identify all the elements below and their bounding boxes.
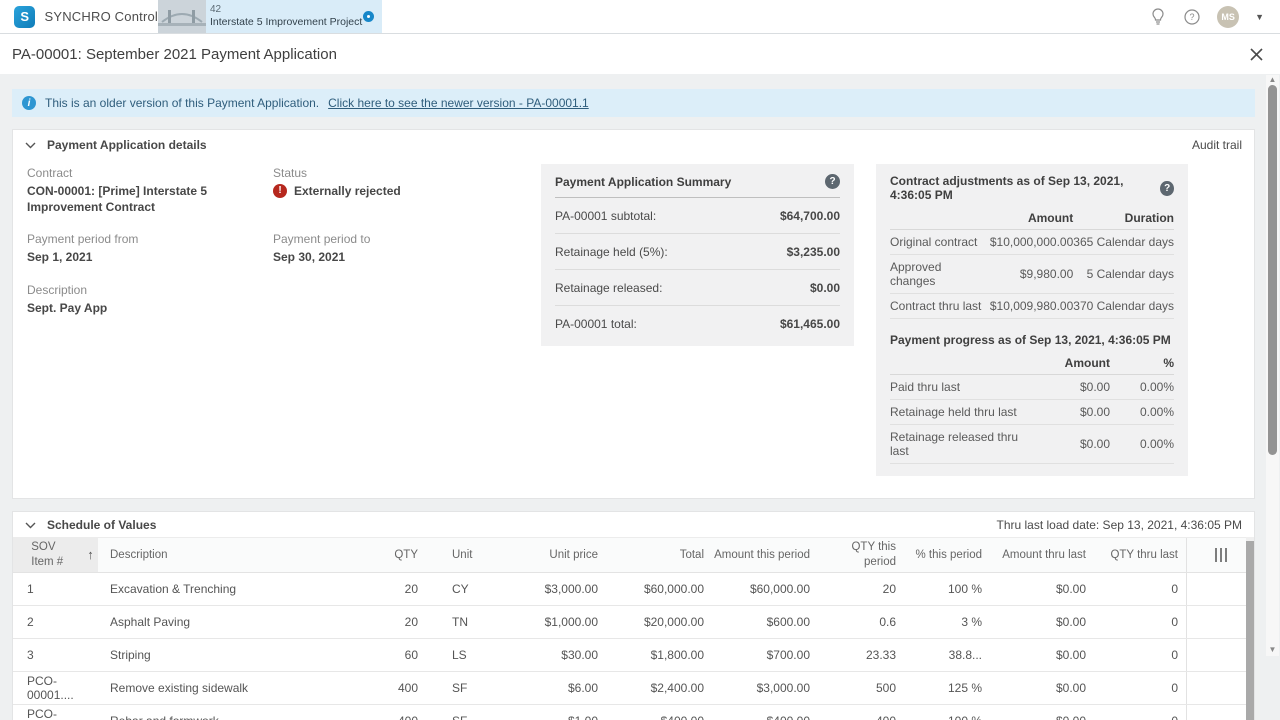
column-header-qty-thru-last[interactable]: QTY thru last xyxy=(1094,538,1186,572)
period-from-field: Payment period from Sep 1, 2021 xyxy=(27,232,273,265)
table-row: Retainage released thru last $0.00 0.00% xyxy=(890,425,1174,464)
contract-adjustments-panel: Contract adjustments as of Sep 13, 2021,… xyxy=(876,164,1188,476)
column-header-pct-this-period[interactable]: % this period xyxy=(904,538,990,572)
collapse-chevron-icon[interactable] xyxy=(25,142,36,149)
table-row[interactable]: PCO-00001.... Remove existing sidewalk 4… xyxy=(13,672,1254,705)
page-title: PA-00001: September 2021 Payment Applica… xyxy=(12,46,337,63)
page-scrollbar[interactable]: ▲ ▼ xyxy=(1266,75,1279,656)
scroll-up-icon[interactable]: ▲ xyxy=(1266,75,1279,84)
table-row[interactable]: 2 Asphalt Paving 20 TN $1,000.00 $20,000… xyxy=(13,606,1254,639)
summary-row: Retainage held (5%): $3,235.00 xyxy=(555,234,840,270)
column-header-qty[interactable]: QTY xyxy=(333,538,426,572)
table-row: Original contract $10,000,000.00 365 Cal… xyxy=(890,230,1174,255)
project-status-icon xyxy=(363,11,374,22)
close-icon[interactable] xyxy=(1249,47,1264,62)
table-scrollbar-thumb[interactable] xyxy=(1246,541,1254,720)
page-scrollbar-thumb[interactable] xyxy=(1268,85,1277,455)
column-header-amount-thru-last[interactable]: Amount thru last xyxy=(990,538,1094,572)
column-header-amount-this-period[interactable]: Amount this period xyxy=(712,538,818,572)
thru-last-load-date: Thru last load date: Sep 13, 2021, 4:36:… xyxy=(997,518,1243,532)
topbar: S SYNCHRO Control 42 Interstate 5 Improv… xyxy=(0,0,1280,34)
column-header-total[interactable]: Total xyxy=(606,538,712,572)
app-brand[interactable]: S SYNCHRO Control xyxy=(0,0,158,33)
collapse-chevron-icon[interactable] xyxy=(25,522,36,529)
column-header-qty-this-period[interactable]: QTY this period xyxy=(818,538,904,572)
table-row: Contract thru last $10,009,980.00 370 Ca… xyxy=(890,294,1174,319)
banner-text: This is an older version of this Payment… xyxy=(45,96,319,110)
table-row[interactable]: 3 Striping 60 LS $30.00 $1,800.00 $700.0… xyxy=(13,639,1254,672)
help-circle-icon[interactable]: ? xyxy=(1183,8,1201,26)
table-row[interactable]: 1 Excavation & Trenching 20 CY $3,000.00… xyxy=(13,573,1254,606)
status-field: Status ! Externally rejected xyxy=(273,166,519,215)
schedule-of-values-card: Schedule of Values Thru last load date: … xyxy=(12,511,1255,720)
project-tab[interactable]: 42 Interstate 5 Improvement Project xyxy=(158,0,382,33)
help-icon[interactable]: ? xyxy=(1160,181,1174,196)
scroll-down-icon[interactable]: ▼ xyxy=(1266,645,1279,654)
idea-lightbulb-icon[interactable] xyxy=(1149,8,1167,26)
newer-version-link[interactable]: Click here to see the newer version - PA… xyxy=(328,96,589,110)
user-menu-caret-icon[interactable]: ▼ xyxy=(1255,12,1264,22)
modal-body: i This is an older version of this Payme… xyxy=(0,74,1280,720)
user-avatar[interactable]: MS xyxy=(1217,6,1239,28)
table-row: Paid thru last $0.00 0.00% xyxy=(890,375,1174,400)
table-row: Retainage held thru last $0.00 0.00% xyxy=(890,400,1174,425)
table-row: Approved changes $9,980.00 5 Calendar da… xyxy=(890,255,1174,294)
table-scrollbar[interactable] xyxy=(1246,537,1254,720)
payment-progress-table: Amount % Paid thru last $0.00 0.00% Reta… xyxy=(890,351,1174,464)
details-section-title: Payment Application details xyxy=(47,138,207,152)
column-header-unit-price[interactable]: Unit price xyxy=(502,538,606,572)
column-chooser-icon[interactable] xyxy=(1215,548,1227,562)
sort-ascending-icon: ↑ xyxy=(87,547,94,564)
project-thumbnail xyxy=(158,0,206,33)
help-icon[interactable]: ? xyxy=(825,174,840,189)
rejected-status-icon: ! xyxy=(273,184,287,198)
payment-application-summary-panel: Payment Application Summary ? PA-00001 s… xyxy=(541,164,854,346)
sov-section-title: Schedule of Values xyxy=(47,518,156,532)
period-to-field: Payment period to Sep 30, 2021 xyxy=(273,232,519,265)
audit-trail-link[interactable]: Audit trail xyxy=(1192,138,1242,152)
project-name: Interstate 5 Improvement Project xyxy=(210,16,357,29)
progress-title: Payment progress as of Sep 13, 2021, 4:3… xyxy=(890,333,1171,347)
column-header-sov-item[interactable]: SOV Item # ↑ xyxy=(13,538,98,572)
sov-table-header: SOV Item # ↑ Description QTY Unit Unit p… xyxy=(13,537,1254,573)
info-icon: i xyxy=(22,96,36,110)
older-version-banner: i This is an older version of this Payme… xyxy=(12,89,1255,117)
modal-header: PA-00001: September 2021 Payment Applica… xyxy=(0,34,1280,74)
svg-text:?: ? xyxy=(1190,12,1195,22)
app-name: SYNCHRO Control xyxy=(44,9,158,24)
project-number: 42 xyxy=(210,4,357,17)
description-field: Description Sept. Pay App xyxy=(27,283,273,316)
status-badge: Externally rejected xyxy=(294,183,401,199)
table-row[interactable]: PCO-00001.... Rebar and formwork 400 SF … xyxy=(13,705,1254,720)
column-header-description[interactable]: Description xyxy=(98,538,333,572)
contract-adjustments-table: Amount Duration Original contract $10,00… xyxy=(890,206,1174,319)
adjustments-title: Contract adjustments as of Sep 13, 2021,… xyxy=(890,174,1160,202)
column-header-unit[interactable]: Unit xyxy=(426,538,502,572)
summary-row: PA-00001 total: $61,465.00 xyxy=(555,306,840,342)
summary-row: PA-00001 subtotal: $64,700.00 xyxy=(555,198,840,234)
summary-row: Retainage released: $0.00 xyxy=(555,270,840,306)
summary-title: Payment Application Summary xyxy=(555,175,731,189)
contract-field: Contract CON-00001: [Prime] Interstate 5… xyxy=(27,166,273,215)
payment-application-details-card: Payment Application details Audit trail … xyxy=(12,129,1255,499)
synchro-logo-icon: S xyxy=(14,6,35,28)
